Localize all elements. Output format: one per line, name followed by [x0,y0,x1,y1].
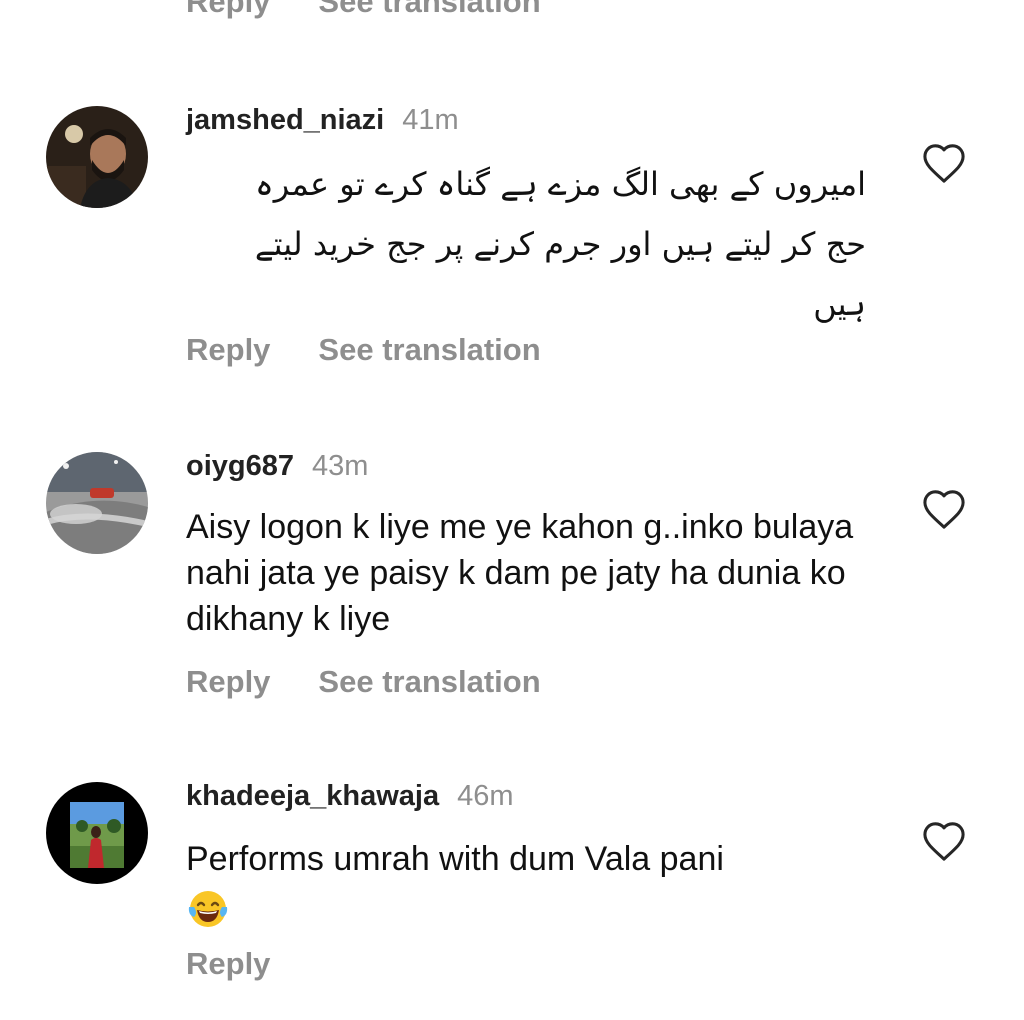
comment-text: امیروں کے بھی الگ مزے ہے گناہ کرے تو عمر… [186,154,866,334]
previous-comment-actions: Reply See translation [186,0,541,20]
user-avatar[interactable] [46,782,148,884]
see-translation-button[interactable]: See translation [318,332,540,368]
reply-button[interactable]: Reply [186,664,270,700]
comment-text-line: امیروں کے بھی الگ مزے ہے گناہ کرے تو عمر… [255,165,866,203]
comment-actions: Reply See translation [186,332,541,368]
heart-outline-icon[interactable] [921,820,967,862]
reply-button[interactable]: Reply [186,946,270,982]
see-translation-button[interactable]: See translation [318,0,540,20]
timestamp: 43m [312,450,369,482]
car-road-avatar-icon [46,452,148,554]
username[interactable]: oiyg687 [186,450,294,483]
comment-text: Aisy logon k liye me ye kahon g..inko bu… [186,508,854,638]
reply-button[interactable]: Reply [186,0,270,20]
user-avatar[interactable] [46,106,148,208]
tears-of-joy-emoji-icon [188,891,228,928]
woman-in-park-avatar-icon [46,782,148,884]
comment-text-line: Performs umrah with dum Vala pani [186,840,724,878]
user-avatar[interactable] [46,452,148,554]
timestamp: 41m [402,104,459,136]
username[interactable]: khadeeja_khawaja [186,780,439,813]
timestamp: 46m [457,780,514,812]
emoji-line: 😂 [186,884,866,931]
reply-button[interactable]: Reply [186,332,270,368]
comment-actions: Reply See translation [186,664,541,700]
comment-text-line: ہیں [813,285,866,323]
comment-actions: Reply [186,946,270,982]
see-translation-button[interactable]: See translation [318,664,540,700]
heart-outline-icon[interactable] [921,488,967,530]
comment-text-line: حج کر لیتے ہیں اور جرم کرنے پر جج خرید ل… [254,225,866,263]
comment-text: Performs umrah with dum Vala pani 😂 [186,836,866,931]
man-portrait-avatar-icon [46,106,148,208]
username[interactable]: jamshed_niazi [186,104,384,137]
comment-meta: oiyg687 43m [186,450,368,483]
comment-meta: jamshed_niazi 41m [186,104,459,137]
comment-meta: khadeeja_khawaja 46m [186,780,514,813]
heart-outline-icon[interactable] [921,142,967,184]
